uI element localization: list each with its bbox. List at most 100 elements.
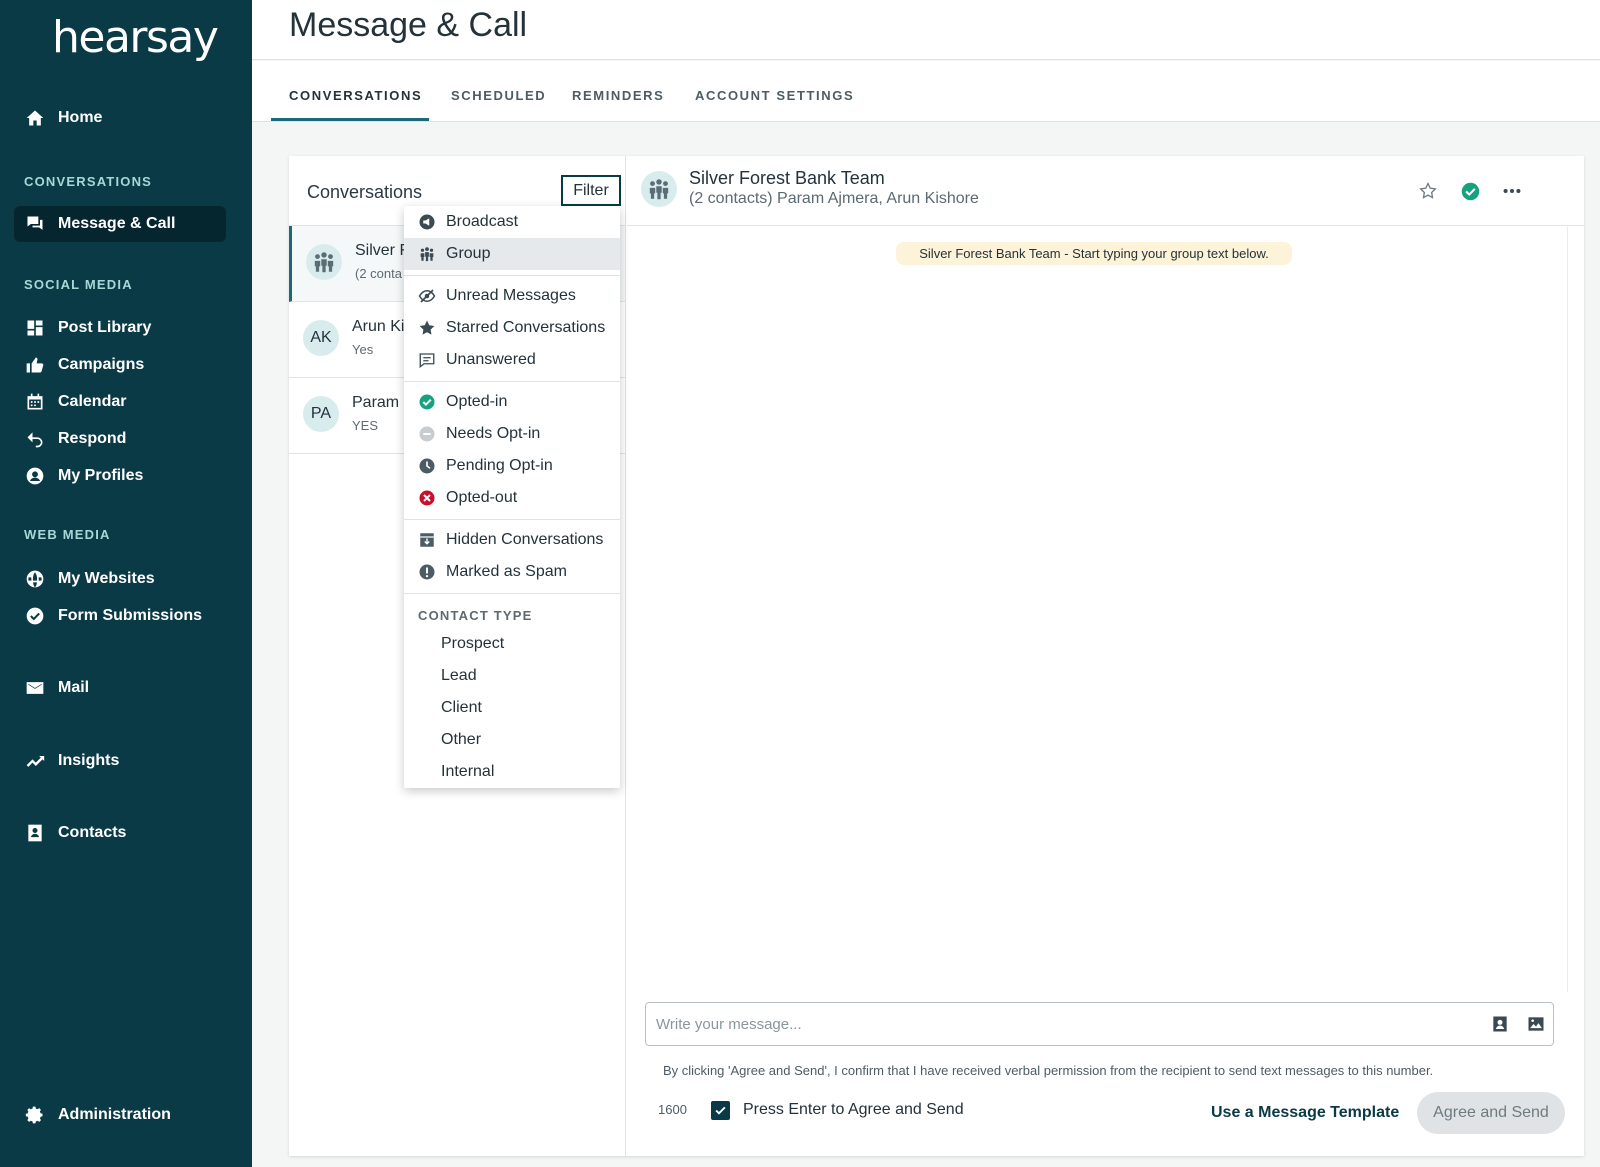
tab-bar: CONVERSATIONS SCHEDULED REMINDERS ACCOUN…	[252, 61, 1600, 122]
nav-administration[interactable]: Administration	[14, 1097, 226, 1133]
filter-opted-out[interactable]: Opted-out	[404, 482, 620, 514]
nav-respond-label: Respond	[58, 430, 127, 447]
conversation-preview: Yes	[352, 342, 374, 357]
filter-pending-opt-in[interactable]: Pending Opt-in	[404, 450, 620, 482]
sidebar: hearsay Home CONVERSATIONS Message & Cal…	[0, 0, 252, 1167]
system-message: Silver Forest Bank Team - Start typing y…	[896, 242, 1292, 265]
nav-campaigns-label: Campaigns	[58, 356, 145, 373]
filter-hidden[interactable]: Hidden Conversations	[404, 524, 620, 556]
calendar-icon	[24, 391, 46, 413]
avatar: PA	[303, 396, 339, 432]
archive-icon	[418, 531, 436, 549]
image-icon[interactable]	[1526, 1014, 1548, 1036]
tab-scheduled[interactable]: SCHEDULED	[451, 88, 546, 103]
nav-my-websites-label: My Websites	[58, 570, 155, 587]
opted-in-icon	[418, 393, 436, 411]
gear-icon	[24, 1104, 46, 1126]
filter-unread[interactable]: Unread Messages	[404, 280, 620, 312]
nav-post-library[interactable]: Post Library	[14, 310, 226, 346]
group-icon	[649, 179, 669, 200]
nav-campaigns[interactable]: Campaigns	[14, 347, 226, 383]
hearsay-logo[interactable]: hearsay	[52, 12, 219, 63]
filter-pending-opt-in-label: Pending Opt-in	[446, 457, 553, 474]
nav-insights[interactable]: Insights	[14, 743, 226, 779]
section-social-media: SOCIAL MEDIA	[24, 277, 133, 292]
nav-message-call-label: Message & Call	[58, 215, 176, 232]
tab-reminders[interactable]: REMINDERS	[572, 88, 664, 103]
group-avatar	[306, 244, 342, 280]
filter-group-label: Group	[446, 245, 491, 262]
filter-prospect[interactable]: Prospect	[404, 628, 620, 660]
section-conversations: CONVERSATIONS	[24, 174, 153, 189]
tab-account-settings[interactable]: ACCOUNT SETTINGS	[695, 88, 854, 103]
globe-icon	[24, 568, 46, 590]
chat-header: Silver Forest Bank Team (2 contacts) Par…	[627, 156, 1584, 226]
filter-client[interactable]: Client	[404, 692, 620, 724]
filter-unanswered-label: Unanswered	[446, 351, 536, 368]
active-tab-indicator	[271, 118, 429, 121]
eye-off-icon	[418, 287, 436, 305]
star-icon[interactable]	[1417, 180, 1439, 202]
enter-to-send-label: Press Enter to Agree and Send	[743, 1101, 964, 1118]
message-icon	[418, 351, 436, 369]
nav-message-call[interactable]: Message & Call	[14, 206, 226, 242]
filter-opted-out-label: Opted-out	[446, 489, 518, 506]
nav-home[interactable]: Home	[14, 100, 226, 136]
chat-group-avatar	[641, 171, 677, 207]
enter-to-send-checkbox[interactable]	[711, 1101, 730, 1120]
filter-internal[interactable]: Internal	[404, 756, 620, 788]
filter-starred[interactable]: Starred Conversations	[404, 312, 620, 344]
filter-opted-in[interactable]: Opted-in	[404, 386, 620, 418]
more-options-icon[interactable]	[1501, 180, 1523, 202]
group-icon	[418, 245, 436, 263]
chat-bubbles-icon	[24, 213, 46, 235]
alert-icon	[418, 563, 436, 581]
filter-unanswered[interactable]: Unanswered	[404, 344, 620, 376]
message-input[interactable]	[645, 1002, 1554, 1046]
filter-group[interactable]: Group	[404, 238, 620, 270]
check-circle-icon	[24, 605, 46, 627]
tab-conversations[interactable]: CONVERSATIONS	[289, 88, 422, 103]
thumbs-up-icon	[24, 354, 46, 376]
conversation-name: Silver F	[355, 242, 410, 259]
contact-type-heading: CONTACT TYPE	[418, 608, 533, 623]
nav-mail-label: Mail	[58, 679, 90, 696]
page-title: Message & Call	[289, 6, 528, 44]
menu-divider	[404, 381, 620, 382]
menu-divider	[404, 519, 620, 520]
minus-circle-icon	[418, 425, 436, 443]
nav-contacts[interactable]: Contacts	[14, 815, 226, 851]
nav-post-library-label: Post Library	[58, 319, 152, 336]
nav-administration-label: Administration	[58, 1106, 171, 1123]
group-icon	[314, 252, 334, 273]
nav-calendar[interactable]: Calendar	[14, 384, 226, 420]
filter-lead[interactable]: Lead	[404, 660, 620, 692]
conversation-name: Param	[352, 394, 400, 411]
filter-spam[interactable]: Marked as Spam	[404, 556, 620, 588]
nav-insights-label: Insights	[58, 752, 120, 769]
nav-respond[interactable]: Respond	[14, 421, 226, 457]
nav-form-submissions-label: Form Submissions	[58, 607, 203, 624]
agree-and-send-button[interactable]: Agree and Send	[1417, 1092, 1565, 1134]
filter-button[interactable]: Filter	[561, 175, 621, 206]
opted-in-status-icon[interactable]	[1459, 180, 1481, 202]
nav-calendar-label: Calendar	[58, 393, 127, 410]
clock-icon	[418, 457, 436, 475]
reply-icon	[24, 428, 46, 450]
nav-my-websites[interactable]: My Websites	[14, 561, 226, 597]
filter-needs-opt-in-label: Needs Opt-in	[446, 425, 541, 442]
filter-other[interactable]: Other	[404, 724, 620, 756]
use-template-link[interactable]: Use a Message Template	[1211, 1104, 1399, 1122]
nav-my-profiles[interactable]: My Profiles	[14, 458, 226, 494]
nav-form-submissions[interactable]: Form Submissions	[14, 598, 226, 634]
envelope-icon	[24, 677, 46, 699]
filter-broadcast[interactable]: Broadcast	[404, 206, 620, 238]
star-icon	[418, 319, 436, 337]
conversation-preview: YES	[352, 418, 379, 433]
filter-starred-label: Starred Conversations	[446, 319, 606, 336]
dashboard-icon	[24, 317, 46, 339]
nav-my-profiles-label: My Profiles	[58, 467, 144, 484]
filter-needs-opt-in[interactable]: Needs Opt-in	[404, 418, 620, 450]
nav-mail[interactable]: Mail	[14, 670, 226, 706]
contact-card-icon[interactable]	[1490, 1014, 1512, 1036]
